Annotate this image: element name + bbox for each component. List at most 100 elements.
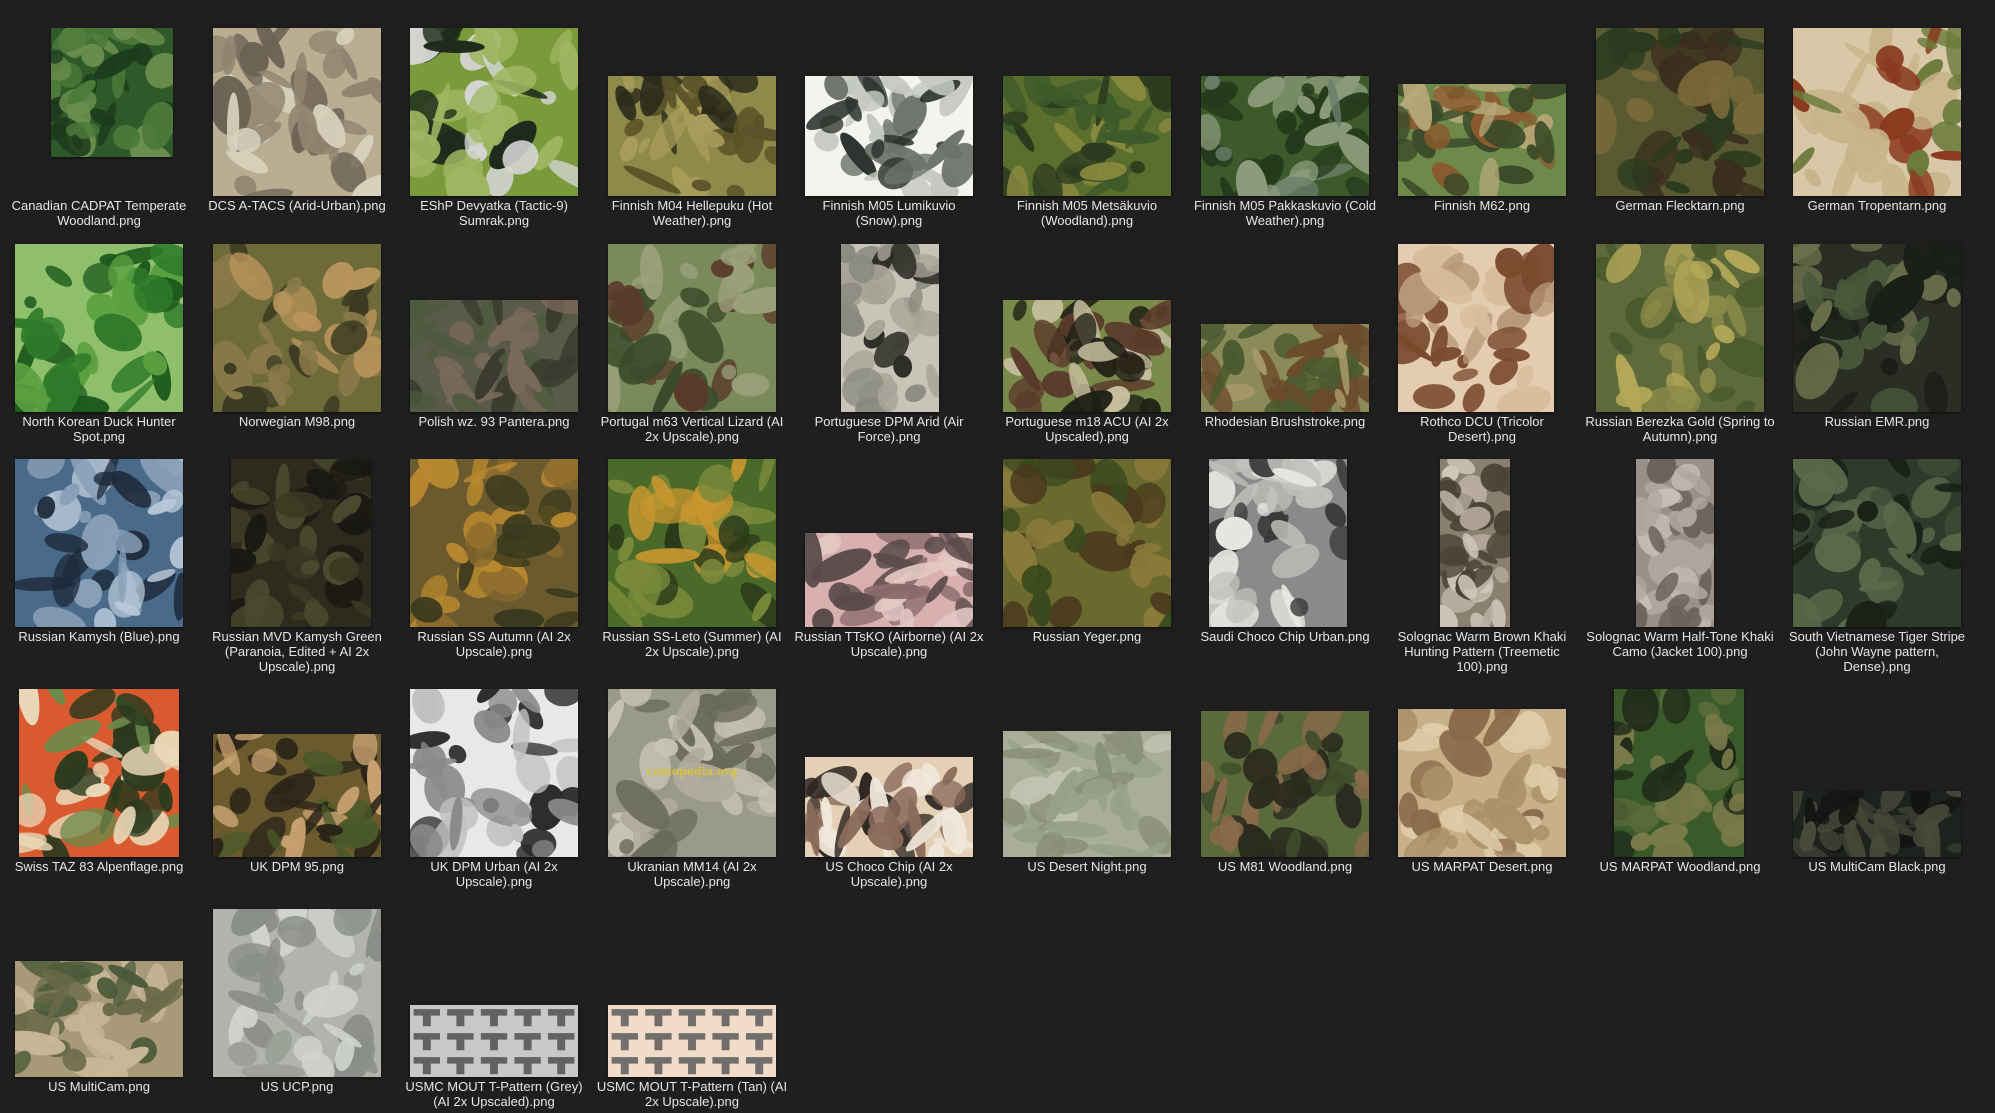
file-item[interactable]: North Korean Duck Hunter Spot.png bbox=[0, 238, 198, 452]
file-item[interactable]: Swiss TAZ 83 Alpenflage.png bbox=[0, 664, 198, 897]
file-name: Finnish M05 Pakkaskuvio (Cold Weather).p… bbox=[1193, 198, 1377, 228]
file-item[interactable]: Finnish M05 Pakkaskuvio (Cold Weather).p… bbox=[1186, 22, 1384, 236]
file-item[interactable]: Rhodesian Brushstroke.png bbox=[1186, 238, 1388, 452]
file-thumbnail[interactable] bbox=[1198, 315, 1388, 422]
file-thumbnail[interactable] bbox=[0, 242, 198, 423]
file-item[interactable]: Portuguese m18 ACU (AI 2x Upscaled).png bbox=[988, 238, 1188, 452]
file-item[interactable]: German Flecktarn.png bbox=[1577, 19, 1783, 236]
file-thumbnail[interactable] bbox=[1379, 243, 1563, 418]
file-thumbnail[interactable] bbox=[781, 506, 991, 645]
file-thumbnail[interactable] bbox=[1387, 67, 1575, 209]
file-item[interactable]: Canadian CADPAT Temperate Woodland.png bbox=[0, 16, 198, 236]
file-item[interactable]: Russian SS-Leto (Summer) (AI 2x Upscale)… bbox=[593, 434, 799, 667]
file-name: Finnish M05 Lumikuvio (Snow).png bbox=[822, 198, 956, 228]
file-item[interactable]: US M81 Woodland.png bbox=[1186, 683, 1384, 897]
file-item[interactable]: Russian EMR.png bbox=[1765, 227, 1976, 452]
file-item[interactable]: UK DPM Urban (AI 2x Upscale).png bbox=[395, 674, 596, 897]
file-thumbnail[interactable] bbox=[1784, 775, 1969, 876]
file-thumbnail[interactable] bbox=[1193, 687, 1377, 881]
file-item[interactable]: US MultiCam Black.png bbox=[1778, 683, 1976, 897]
file-item[interactable]: UK DPM 95.png bbox=[198, 683, 396, 897]
file-thumbnail[interactable] bbox=[1778, 444, 1977, 651]
file-thumbnail[interactable] bbox=[1425, 455, 1526, 642]
file-item[interactable]: South Vietnamese Tiger Stripe (John Wayn… bbox=[1778, 444, 1977, 674]
file-item[interactable]: Solognac Warm Brown Khaki Hunting Patter… bbox=[1383, 453, 1581, 674]
file-thumbnail[interactable] bbox=[212, 450, 388, 634]
file-thumbnail[interactable] bbox=[1784, 14, 1977, 215]
thumbnail-area bbox=[1765, 227, 1976, 425]
file-thumbnail[interactable] bbox=[400, 674, 596, 874]
file-name: US Choco Chip (AI 2x Upscale).png bbox=[825, 859, 953, 889]
file-item[interactable]: Norwegian M98.png bbox=[198, 237, 398, 452]
file-name: South Vietnamese Tiger Stripe (John Wayn… bbox=[1788, 629, 1966, 674]
file-item[interactable]: USMC MOUT T-Pattern (Grey) (AI 2x Upscal… bbox=[395, 903, 593, 1113]
file-item[interactable]: Finnish M05 Lumikuvio (Snow).png bbox=[790, 22, 988, 236]
file-thumbnail[interactable] bbox=[0, 943, 185, 1082]
file-item[interactable]: Russian MVD Kamysh Green (Paranoia, Edit… bbox=[198, 450, 396, 674]
file-thumbnail[interactable] bbox=[1187, 438, 1360, 641]
file-item[interactable]: US Desert Night.png bbox=[988, 683, 1186, 897]
file-item[interactable]: camopedia.org Ukranian MM14 (AI 2x Upscal… bbox=[593, 673, 791, 897]
file-name: US UCP.png bbox=[260, 1079, 334, 1094]
file-thumbnail[interactable] bbox=[983, 444, 1196, 651]
file-thumbnail[interactable] bbox=[986, 57, 1185, 222]
file-thumbnail[interactable] bbox=[608, 1005, 776, 1077]
file-item[interactable]: US MultiCam.png bbox=[0, 903, 198, 1113]
file-item[interactable]: EShP Devyatka (Tactic-9) Sumrak.png bbox=[382, 13, 602, 236]
file-thumbnail[interactable] bbox=[404, 437, 597, 636]
file-item[interactable]: US UCP.png bbox=[198, 886, 396, 1113]
file-thumbnail[interactable] bbox=[599, 434, 799, 634]
file-thumbnail[interactable] bbox=[193, 12, 400, 206]
file-item[interactable]: Russian Yeger.png bbox=[983, 444, 1196, 667]
file-thumbnail[interactable] bbox=[1622, 451, 1719, 642]
file-thumbnail[interactable] bbox=[608, 55, 789, 216]
file-thumbnail[interactable] bbox=[199, 237, 398, 427]
file-item[interactable]: Russian TTsKO (Airborne) (AI 2x Upscale)… bbox=[781, 453, 991, 667]
file-item[interactable]: Portuguese DPM Arid (Air Force).png bbox=[790, 234, 988, 452]
file-item[interactable]: USMC MOUT T-Pattern (Tan) (AI 2x Upscale… bbox=[593, 903, 791, 1113]
file-thumbnail[interactable] bbox=[1378, 693, 1583, 869]
file-thumbnail[interactable] bbox=[382, 13, 602, 211]
file-thumbnail[interactable] bbox=[1003, 288, 1188, 427]
file-thumbnail[interactable] bbox=[0, 664, 194, 874]
thumbnail-area bbox=[1778, 689, 1976, 876]
file-thumbnail[interactable] bbox=[1765, 227, 1976, 425]
file-item[interactable]: Russian SS Autumn (AI 2x Upscale).png bbox=[395, 437, 597, 667]
file-thumbnail[interactable] bbox=[591, 224, 796, 419]
file-thumbnail[interactable] bbox=[410, 1005, 578, 1077]
file-thumbnail[interactable] bbox=[37, 16, 188, 165]
file-item[interactable]: German Tropentarn.png bbox=[1778, 14, 1977, 236]
file-item[interactable]: Portugal m63 Vertical Lizard (AI 2x Upsc… bbox=[591, 224, 796, 452]
file-thumbnail[interactable] bbox=[10, 445, 194, 640]
file-item[interactable]: Finnish M04 Hellepuku (Hot Weather).png bbox=[593, 22, 791, 236]
file-thumbnail[interactable] bbox=[793, 757, 981, 870]
thumbnail-area bbox=[790, 28, 988, 217]
file-item[interactable]: US Choco Chip (AI 2x Upscale).png bbox=[790, 683, 988, 897]
file-thumbnail[interactable]: camopedia.org bbox=[600, 673, 784, 878]
file-item[interactable]: Saudi Choco Chip Urban.png bbox=[1186, 438, 1384, 667]
file-thumbnail[interactable] bbox=[825, 234, 949, 427]
file-item[interactable]: US MARPAT Desert.png bbox=[1378, 683, 1583, 897]
file-thumbnail[interactable] bbox=[205, 722, 386, 876]
thumbnail-area bbox=[593, 909, 791, 1077]
file-item[interactable]: Russian Kamysh (Blue).png bbox=[0, 445, 198, 667]
file-item[interactable]: Solognac Warm Half-Tone Khaki Camo (Jack… bbox=[1581, 451, 1779, 667]
file-item[interactable]: Russian Berezka Gold (Spring to Autumn).… bbox=[1581, 227, 1782, 452]
file-thumbnail[interactable] bbox=[393, 276, 593, 426]
thumbnail-area bbox=[593, 434, 799, 634]
file-thumbnail[interactable] bbox=[1592, 227, 1782, 421]
file-thumbnail[interactable] bbox=[1577, 19, 1783, 208]
file-name: Russian SS-Leto (Summer) (AI 2x Upscale)… bbox=[602, 629, 782, 659]
file-item[interactable]: Finnish M62.png bbox=[1383, 22, 1581, 236]
file-thumbnail[interactable] bbox=[213, 886, 390, 1092]
file-item[interactable]: Finnish M05 Metsäkuvio (Woodland).png bbox=[986, 22, 1186, 236]
file-item[interactable]: DCS A-TACS (Arid-Urban).png bbox=[193, 12, 400, 236]
file-thumbnail[interactable] bbox=[1190, 66, 1384, 214]
file-thumbnail[interactable] bbox=[1596, 678, 1762, 877]
file-item[interactable]: Polish wz. 93 Pantera.png bbox=[393, 238, 593, 452]
file-item[interactable]: US MARPAT Woodland.png bbox=[1581, 678, 1779, 897]
file-item[interactable]: Rothco DCU (Tricolor Desert).png bbox=[1379, 238, 1581, 452]
file-thumbnail[interactable] bbox=[805, 53, 978, 217]
file-thumbnail[interactable] bbox=[997, 705, 1178, 867]
thumbnail-area bbox=[1186, 687, 1384, 881]
